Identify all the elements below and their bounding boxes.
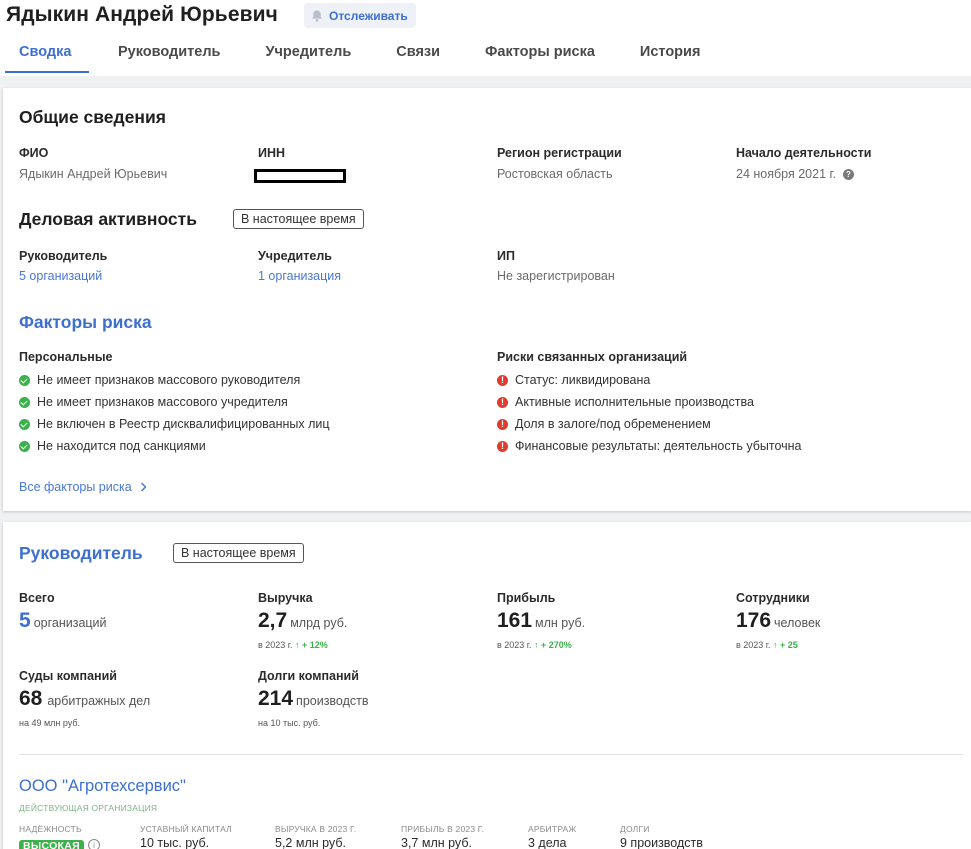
tab-connections[interactable]: Связи (396, 42, 440, 73)
founder-label: Учредитель (258, 249, 332, 263)
alert-circle-icon (497, 418, 508, 430)
bell-icon (312, 9, 322, 22)
inn-label: ИНН (258, 146, 286, 160)
business-activity-title: Деловая активность (19, 209, 197, 229)
profit-label: Прибыль (497, 591, 556, 605)
check-circle-icon (19, 396, 30, 408)
tab-history[interactable]: История (640, 42, 701, 73)
profit-stat: 161 млн руб. (497, 609, 586, 632)
list-item: Доля в залоге/под обременением (497, 417, 802, 431)
personal-risks-list: Не имеет признаков массового руководител… (19, 373, 330, 453)
business-period-select[interactable]: В настоящее время (233, 209, 364, 229)
director-label: Руководитель (19, 249, 108, 263)
personal-risks-label: Персональные (19, 350, 113, 364)
staff-note: в 2023 г. ↑ + 25 (736, 640, 798, 650)
org-profit-label: Прибыль в 2023 г. (401, 824, 485, 834)
check-circle-icon (19, 418, 30, 430)
reliability-label: Надёжность (19, 824, 82, 834)
org-debts-value[interactable]: 9 производств (620, 836, 703, 849)
start-label: Начало деятельности (736, 146, 872, 160)
director-period-select[interactable]: В настоящее время (173, 543, 304, 563)
alert-circle-icon (497, 374, 508, 386)
check-circle-icon (19, 440, 30, 452)
org-status: Действующая организация (19, 803, 158, 813)
debts-label: Долги компаний (258, 669, 359, 683)
revenue-stat: 2,7 млрд руб. (258, 609, 348, 632)
director-card: Руководитель В настоящее время Всего 5 ор… (3, 522, 971, 849)
revenue-note: в 2023 г. ↑ + 12% (258, 640, 328, 650)
info-icon[interactable]: i (88, 838, 100, 849)
staff-label: Сотрудники (736, 591, 810, 605)
org-debts-label: Долги (620, 824, 650, 834)
risk-factors-title[interactable]: Факторы риска (19, 312, 152, 333)
list-item: Не имеет признаков массового учредителя (19, 395, 330, 409)
courts-label: Суды компаний (19, 669, 117, 683)
org-profit-value: 3,7 млн руб. (401, 836, 472, 849)
total-label: Всего (19, 591, 55, 605)
summary-card: Общие сведения ФИО Ядыкин Андрей Юрьевич… (3, 88, 971, 511)
ip-label: ИП (497, 249, 515, 263)
list-item: Финансовые результаты: деятельность убыт… (497, 439, 802, 453)
follow-label: Отслеживать (329, 8, 408, 23)
general-info-title: Общие сведения (19, 107, 166, 127)
ip-value: Не зарегистрирован (497, 269, 615, 283)
tab-bar: Сводка Руководитель Учредитель Связи Фак… (0, 42, 700, 76)
tab-founder[interactable]: Учредитель (265, 42, 351, 73)
total-stat[interactable]: 5 организаций (19, 609, 107, 633)
list-item: Не имеет признаков массового руководител… (19, 373, 330, 387)
profile-header: Ядыкин Андрей Юрьевич Отслеживать Сводка… (0, 0, 971, 76)
profit-note: в 2023 г. ↑ + 270% (497, 640, 572, 650)
check-circle-icon (19, 374, 30, 386)
region-value: Ростовская область (497, 167, 613, 181)
arbitration-value[interactable]: 3 дела (528, 836, 567, 849)
revenue-label: Выручка (258, 591, 313, 605)
alert-circle-icon (497, 440, 508, 452)
page-title: Ядыкин Андрей Юрьевич (6, 3, 278, 26)
list-item: Не включен в Реестр дисквалифицированных… (19, 417, 330, 431)
reliability-row: ВЫСОКАЯ i (19, 836, 100, 849)
capital-value: 10 тыс. руб. (140, 836, 210, 849)
director-orgs-link[interactable]: 5 организаций (19, 269, 102, 283)
arbitration-label: Арбитраж (528, 824, 577, 834)
follow-button[interactable]: Отслеживать (304, 3, 416, 28)
debts-note: на 10 тыс. руб. (258, 718, 321, 728)
org-revenue-value: 5,2 млн руб. (275, 836, 346, 849)
alert-circle-icon (497, 396, 508, 408)
start-value-row: 24 ноября 2021 г.? (736, 167, 854, 181)
chevron-right-icon (140, 482, 147, 492)
org-name-link[interactable]: ООО "Агротехсервис" (19, 777, 186, 796)
courts-note: на 49 млн руб. (19, 718, 81, 728)
all-risk-factors-link[interactable]: Все факторы риска (19, 480, 147, 494)
divider (19, 754, 963, 755)
org-revenue-label: Выручка в 2023 г. (275, 824, 357, 834)
director-section-title[interactable]: Руководитель (19, 543, 143, 564)
courts-stat: 68 арбитражных дел (19, 687, 151, 710)
question-icon[interactable]: ? (843, 169, 854, 181)
list-item: Статус: ликвидирована (497, 373, 802, 387)
inn-masked-value (254, 169, 346, 183)
related-risks-list: Статус: ликвидирована Активные исполните… (497, 373, 802, 453)
fio-value: Ядыкин Андрей Юрьевич (19, 167, 168, 181)
related-risks-label: Риски связанных организаций (497, 350, 688, 364)
founder-orgs-link[interactable]: 1 организация (258, 269, 341, 283)
list-item: Активные исполнительные производства (497, 395, 802, 409)
total-number: 5 (19, 609, 31, 632)
staff-stat: 176 человек (736, 609, 821, 632)
debts-stat: 214 производств (258, 687, 369, 710)
start-value: 24 ноября 2021 г. (736, 167, 836, 181)
capital-label: Уставный капитал (140, 824, 232, 834)
tab-risk-factors[interactable]: Факторы риска (485, 42, 595, 73)
tab-director[interactable]: Руководитель (118, 42, 220, 73)
list-item: Не находится под санкциями (19, 439, 330, 453)
tab-summary[interactable]: Сводка (5, 42, 89, 73)
fio-label: ФИО (19, 146, 49, 160)
reliability-badge: ВЫСОКАЯ (19, 840, 84, 849)
region-label: Регион регистрации (497, 146, 622, 160)
